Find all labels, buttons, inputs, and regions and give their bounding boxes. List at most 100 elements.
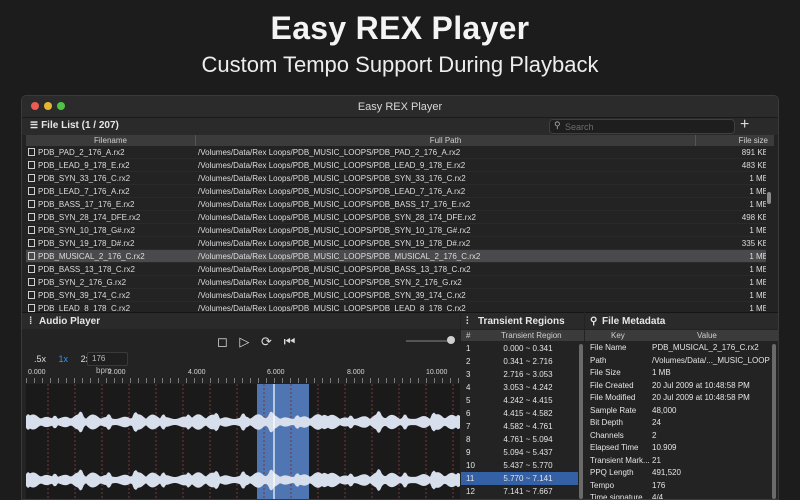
transient-region: 4.242 ~ 4.415 bbox=[503, 396, 553, 405]
file-path: /Volumes/Data/Rex Loops/PDB_MUSIC_LOOPS/… bbox=[198, 252, 481, 261]
file-path: /Volumes/Data/Rex Loops/PDB_MUSIC_LOOPS/… bbox=[198, 239, 471, 248]
transient-regions-table: 1 0.000 ~ 0.341 2 0.341 ~ 2.716 3 2.716 ~ 3.0… bbox=[461, 342, 578, 499]
file-row[interactable]: PDB_LEAD_7_176_A.rx2/Volumes/Data/Rex Lo… bbox=[26, 185, 766, 198]
column-full-path[interactable]: Full Path bbox=[196, 135, 696, 146]
file-name: PDB_LEAD_9_178_E.rx2 bbox=[38, 161, 130, 170]
transient-row[interactable]: 10 5.437 ~ 5.770 bbox=[461, 459, 578, 472]
metadata-value: 24 bbox=[652, 418, 661, 427]
file-row[interactable]: PDB_SYN_10_178_G#.rx2/Volumes/Data/Rex L… bbox=[26, 224, 766, 237]
time-ruler: 0.000 2.000 4.000 6.000 8.000 10.000 bbox=[26, 369, 460, 383]
file-size: 1 MB bbox=[749, 265, 766, 274]
metadata-value: 176 bbox=[652, 480, 666, 490]
transient-row[interactable]: 6 4.415 ~ 4.582 bbox=[461, 407, 578, 420]
transient-row[interactable]: 12 7.141 ~ 7.667 bbox=[461, 485, 578, 498]
transient-index: 10 bbox=[466, 461, 475, 470]
file-row[interactable]: PDB_LEAD_9_178_E.rx2/Volumes/Data/Rex Lo… bbox=[26, 159, 766, 172]
transient-row[interactable]: 8 4.761 ~ 5.094 bbox=[461, 433, 578, 446]
metadata-row: Transient Mark... 21 bbox=[585, 455, 771, 468]
list-icon: ☰ bbox=[30, 120, 39, 130]
volume-slider-knob[interactable] bbox=[447, 336, 455, 344]
transient-region: 5.094 ~ 5.437 bbox=[503, 448, 553, 457]
file-name: PDB_LEAD_7_176_A.rx2 bbox=[38, 187, 130, 196]
search-field[interactable]: ⚲ bbox=[549, 119, 735, 134]
file-size: 335 KB bbox=[741, 239, 766, 248]
file-row[interactable]: PDB_SYN_28_174_DFE.rx2/Volumes/Data/Rex … bbox=[26, 211, 766, 224]
search-icon: ⚲ bbox=[554, 120, 561, 130]
transient-row[interactable]: 9 5.094 ~ 5.437 bbox=[461, 446, 578, 459]
transient-region: 5.437 ~ 5.770 bbox=[503, 461, 553, 470]
file-size: 1 MB bbox=[749, 174, 766, 183]
file-size: 1 MB bbox=[749, 200, 766, 209]
ruler-label: 2.000 bbox=[108, 369, 126, 376]
file-row[interactable]: PDB_SYN_19_178_D#.rx2/Volumes/Data/Rex L… bbox=[26, 237, 766, 250]
transient-scrollbar[interactable] bbox=[579, 344, 583, 499]
file-row[interactable]: PDB_PAD_2_176_A.rx2/Volumes/Data/Rex Loo… bbox=[26, 146, 766, 159]
file-icon bbox=[28, 304, 35, 312]
metadata-key: File Modified bbox=[590, 393, 636, 402]
transient-region: 7.141 ~ 7.667 bbox=[503, 487, 553, 496]
column-filename[interactable]: Filename bbox=[26, 135, 196, 146]
ruler-label: 4.000 bbox=[188, 369, 206, 376]
file-name: PDB_SYN_19_178_D#.rx2 bbox=[38, 239, 135, 248]
play-icon[interactable]: ▷ bbox=[239, 334, 249, 349]
metadata-value: 4/4 bbox=[652, 493, 664, 500]
file-icon bbox=[28, 213, 35, 221]
metadata-row: PPQ Length 491,520 bbox=[585, 467, 771, 480]
transient-row[interactable]: 11 5.770 ~ 7.141 bbox=[461, 472, 578, 485]
file-row[interactable]: PDB_SYN_39_174_C.rx2/Volumes/Data/Rex Lo… bbox=[26, 289, 766, 302]
transient-row[interactable]: 4 3.053 ~ 4.242 bbox=[461, 381, 578, 394]
metadata-value: 21 bbox=[652, 455, 661, 465]
transient-row[interactable]: 7 4.582 ~ 4.761 bbox=[461, 420, 578, 433]
file-path: /Volumes/Data/Rex Loops/PDB_MUSIC_LOOPS/… bbox=[198, 148, 461, 157]
transient-index: 6 bbox=[466, 409, 471, 418]
file-path: /Volumes/Data/Rex Loops/PDB_MUSIC_LOOPS/… bbox=[198, 161, 466, 170]
loop-icon[interactable]: ⟳ bbox=[261, 334, 272, 349]
bpm-field[interactable]: 176 bpm bbox=[87, 352, 128, 375]
column-transient-region: Transient Region bbox=[501, 331, 562, 340]
metadata-column-header: Key Value bbox=[585, 330, 778, 341]
add-file-button[interactable]: + bbox=[740, 116, 749, 134]
file-size: 1 MB bbox=[749, 226, 766, 235]
metadata-key: File Size bbox=[590, 368, 621, 377]
column-key: Key bbox=[611, 331, 625, 340]
transient-region: 4.582 ~ 4.761 bbox=[503, 422, 553, 431]
waveform-view[interactable] bbox=[26, 384, 460, 499]
file-size: 498 KB bbox=[741, 213, 766, 222]
file-list-scrollbar[interactable] bbox=[767, 192, 771, 204]
transient-row[interactable]: 5 4.242 ~ 4.415 bbox=[461, 394, 578, 407]
metadata-value: 491,520 bbox=[652, 468, 681, 477]
file-icon bbox=[28, 161, 35, 169]
file-name: PDB_LEAD_8_178_C.rx2 bbox=[38, 304, 131, 312]
file-metadata-title: File Metadata bbox=[602, 316, 666, 327]
file-row[interactable]: PDB_BASS_17_176_E.rx2/Volumes/Data/Rex L… bbox=[26, 198, 766, 211]
file-icon bbox=[28, 265, 35, 273]
rewind-icon[interactable]: ⏮ bbox=[284, 334, 296, 349]
stop-icon[interactable]: ◻ bbox=[217, 334, 228, 349]
file-row[interactable]: PDB_SYN_33_176_C.rx2/Volumes/Data/Rex Lo… bbox=[26, 172, 766, 185]
metadata-scrollbar[interactable] bbox=[772, 344, 776, 499]
file-size: 483 KB bbox=[741, 161, 766, 170]
ruler-label: 10.000 bbox=[426, 369, 448, 376]
ruler-ticks bbox=[26, 378, 460, 383]
file-name: PDB_SYN_2_176_G.rx2 bbox=[38, 278, 127, 287]
file-row[interactable]: PDB_SYN_2_176_G.rx2/Volumes/Data/Rex Loo… bbox=[26, 276, 766, 289]
speed-1x[interactable]: 1x bbox=[59, 354, 69, 364]
file-name: PDB_MUSICAL_2_176_C.rx2 bbox=[38, 252, 145, 261]
metadata-value: 10.909 bbox=[652, 443, 677, 452]
metadata-row: File Name PDB_MUSICAL_2_176_C.rx2 bbox=[585, 342, 771, 355]
audio-player-header: ⁞ Audio Player bbox=[22, 312, 460, 329]
file-row[interactable]: PDB_BASS_13_178_C.rx2/Volumes/Data/Rex L… bbox=[26, 263, 766, 276]
file-row[interactable]: PDB_MUSICAL_2_176_C.rx2/Volumes/Data/Rex… bbox=[26, 250, 766, 263]
column-file-size[interactable]: File size bbox=[696, 135, 774, 146]
file-path: /Volumes/Data/Rex Loops/PDB_MUSIC_LOOPS/… bbox=[198, 213, 476, 222]
transient-row[interactable]: 1 0.000 ~ 0.341 bbox=[461, 342, 578, 355]
transient-row[interactable]: 2 0.341 ~ 2.716 bbox=[461, 355, 578, 368]
hero-title: Easy REX Player bbox=[270, 10, 530, 46]
speed-half[interactable]: .5x bbox=[34, 354, 46, 364]
transient-row[interactable]: 3 2.716 ~ 3.053 bbox=[461, 368, 578, 381]
file-row[interactable]: PDB_LEAD_8_178_C.rx2/Volumes/Data/Rex Lo… bbox=[26, 302, 766, 312]
volume-slider-track[interactable] bbox=[406, 340, 450, 342]
file-name: PDB_BASS_13_178_C.rx2 bbox=[38, 265, 135, 274]
file-list-table: PDB_PAD_2_176_A.rx2/Volumes/Data/Rex Loo… bbox=[26, 146, 766, 312]
search-input[interactable] bbox=[565, 120, 730, 133]
